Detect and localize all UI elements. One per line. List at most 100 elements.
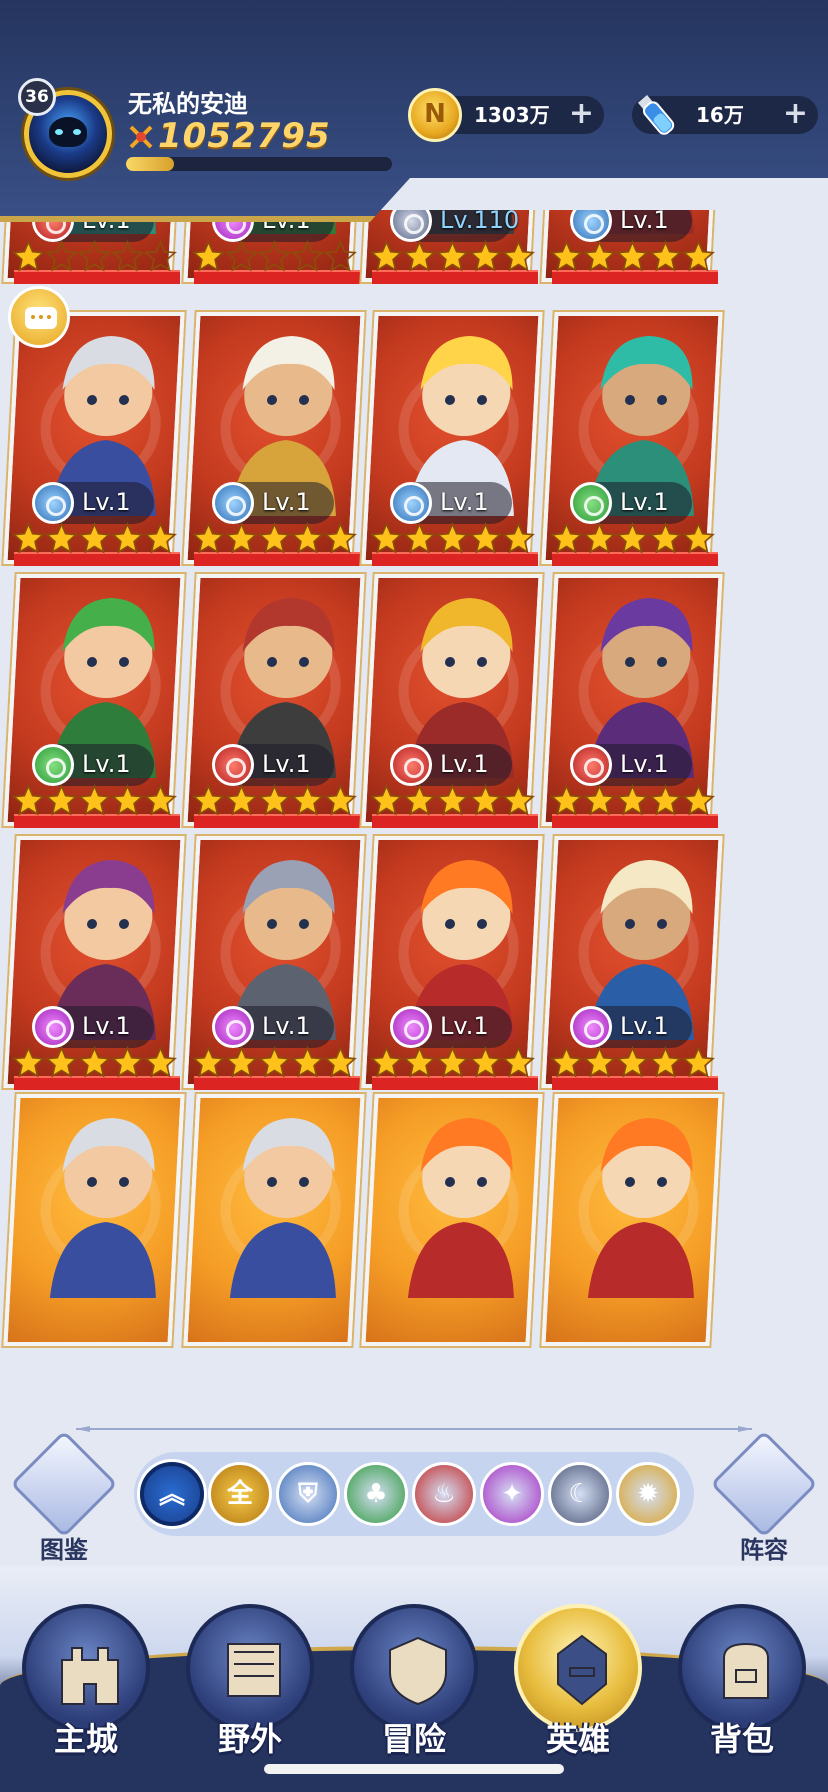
star-icon	[502, 239, 535, 273]
star-icon	[682, 1045, 715, 1079]
player-name: 无私的安迪	[128, 90, 248, 118]
hero-level-box: Lv.1	[570, 482, 692, 524]
hero-level-box: Lv.1	[212, 1006, 334, 1048]
star-icon	[616, 239, 649, 273]
hero-card[interactable]	[361, 1082, 543, 1346]
hero-card[interactable]: Lv.1	[361, 562, 543, 828]
star-icon	[12, 521, 45, 555]
filter-ice-button[interactable]: ⛨	[276, 1462, 340, 1526]
star-icon	[469, 1045, 502, 1079]
hero-card[interactable]: Lv.1	[541, 824, 723, 1090]
hero-star-rating	[370, 521, 538, 556]
filter-sun-button[interactable]: ✹	[616, 1462, 680, 1526]
double-chevron-up-icon: ︽	[158, 1480, 185, 1510]
dark-faction-icon	[570, 1006, 612, 1048]
star-icon	[370, 1045, 403, 1079]
shield-icon	[350, 1604, 478, 1732]
hero-card[interactable]: Lv.1	[3, 562, 185, 828]
hero-level: Lv.1	[82, 1012, 131, 1040]
fire-faction-icon	[212, 744, 254, 786]
lineup-button[interactable]: 阵容	[710, 1430, 818, 1565]
star-icon	[682, 239, 715, 273]
codex-button[interactable]: 图鉴	[10, 1430, 118, 1565]
hero-level-box: Lv.1	[32, 744, 154, 786]
home-indicator	[264, 1764, 564, 1774]
hero-level: Lv.1	[262, 488, 311, 516]
nav-castle-tab[interactable]: 主城	[16, 1590, 156, 1790]
star-icon	[616, 521, 649, 555]
hero-card[interactable]	[183, 1082, 365, 1346]
star-icon	[370, 783, 403, 817]
ice-faction-icon	[212, 482, 254, 524]
hero-helmet-icon	[514, 1604, 642, 1732]
filter-all-button[interactable]: 全	[208, 1462, 272, 1526]
hero-card[interactable]	[541, 1082, 723, 1346]
star-icon	[225, 1045, 258, 1079]
star-icon	[649, 239, 682, 273]
star-icon	[370, 239, 403, 273]
nav-shield-tab[interactable]: 冒险	[344, 1590, 484, 1790]
nav-label: 冒险	[381, 1720, 446, 1758]
backpack-icon	[678, 1604, 806, 1732]
hero-card[interactable]: Lv.1	[183, 300, 365, 566]
hero-level-box: Lv.1	[570, 210, 692, 242]
chat-button[interactable]	[8, 286, 70, 348]
star-icon	[550, 1045, 583, 1079]
filter-sort-button[interactable]: ︽	[140, 1462, 204, 1526]
star-icon	[291, 521, 324, 555]
hero-card-frame	[541, 1094, 723, 1346]
hero-card[interactable]: Lv.1	[183, 562, 365, 828]
exp-bar-fill	[126, 157, 174, 171]
nav-label: 背包	[709, 1720, 774, 1758]
star-icon	[550, 521, 583, 555]
star-icon	[583, 239, 616, 273]
hero-card[interactable]: Lv.1	[361, 824, 543, 1090]
hero-card[interactable]: Lv.1	[361, 300, 543, 566]
map-scroll-icon	[186, 1604, 314, 1732]
filter-dark-button[interactable]: ✦	[480, 1462, 544, 1526]
nav-hero-helmet-tab[interactable]: 英雄	[508, 1590, 648, 1790]
star-icon	[291, 783, 324, 817]
filter-moon-button[interactable]: ☾	[548, 1462, 612, 1526]
star-icon	[258, 783, 291, 817]
hero-card[interactable]: Lv.1	[541, 562, 723, 828]
add-gold-button[interactable]: +	[569, 96, 594, 132]
hero-level: Lv.1	[440, 750, 489, 778]
hero-card[interactable]: Lv.1	[183, 824, 365, 1090]
hero-level-box: Lv.1	[32, 1006, 154, 1048]
star-icon	[324, 783, 357, 817]
hero-card[interactable]	[3, 1082, 185, 1346]
star-icon	[192, 239, 225, 273]
hero-card[interactable]: Lv.1	[3, 824, 185, 1090]
chat-dot	[47, 315, 51, 319]
star-icon	[111, 521, 144, 555]
filter-fire-button[interactable]: ♨	[412, 1462, 476, 1526]
star-icon	[111, 239, 144, 273]
star-icon	[682, 521, 715, 555]
codex-book-icon	[10, 1430, 118, 1538]
filter-wind-button[interactable]: ♣	[344, 1462, 408, 1526]
hero-level: Lv.1	[620, 210, 669, 234]
hero-card[interactable]: Lv.110	[361, 210, 543, 284]
star-icon	[111, 1045, 144, 1079]
star-icon	[144, 239, 177, 273]
star-icon	[616, 1045, 649, 1079]
hero-card[interactable]: Lv.1	[541, 300, 723, 566]
star-icon	[436, 783, 469, 817]
hero-level-box: Lv.1	[390, 482, 512, 524]
hero-star-rating	[550, 239, 718, 274]
hero-level-box: Lv.1	[390, 1006, 512, 1048]
star-icon	[403, 1045, 436, 1079]
star-icon	[403, 783, 436, 817]
add-potion-button[interactable]: +	[783, 96, 808, 132]
star-icon	[649, 521, 682, 555]
dark-faction-icon	[390, 1006, 432, 1048]
nav-map-scroll-tab[interactable]: 野外	[180, 1590, 320, 1790]
nav-backpack-tab[interactable]: 背包	[672, 1590, 812, 1790]
hero-level: Lv.110	[440, 210, 520, 234]
star-icon	[649, 783, 682, 817]
avatar-face	[49, 117, 87, 147]
hero-card[interactable]: Lv.1	[541, 210, 723, 284]
star-icon	[502, 521, 535, 555]
star-icon	[78, 239, 111, 273]
